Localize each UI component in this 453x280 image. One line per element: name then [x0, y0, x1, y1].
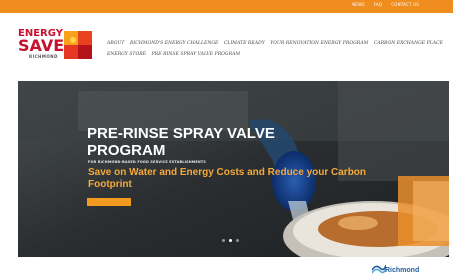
nav-item-carbon-exchange[interactable]: CARBON EXCHANGE PLACE [374, 41, 443, 46]
nav-item-spray-valve[interactable]: PRE-RINSE SPRAY VALVE PROGRAM [152, 52, 241, 57]
site-logo[interactable]: ENERGY SAVE RICHMOND [18, 29, 98, 63]
logo-word-save: SAVE [18, 36, 65, 55]
slide-dot[interactable] [222, 239, 225, 242]
main-nav: ABOUT RICHMOND'S ENERGY CHALLENGE CLIMAT… [107, 38, 447, 60]
logo-mark-icon [64, 31, 92, 59]
top-link-faq[interactable]: FAQ [374, 2, 382, 7]
top-link-contact[interactable]: CONTACT US [391, 2, 419, 7]
slide-indicators [222, 239, 239, 242]
slide-dot-active[interactable] [229, 239, 232, 242]
nav-item-energy-store[interactable]: ENERGY STORE [107, 52, 146, 57]
top-links: NEWS FAQ CONTACT US [352, 2, 419, 7]
hero-title: PRE-RINSE SPRAY VALVE PROGRAM [87, 125, 275, 159]
richmond-logo[interactable]: Richmond [372, 260, 432, 278]
hero-banner[interactable]: PRE-RINSE SPRAY VALVE PROGRAM FOR RICHMO… [18, 81, 449, 257]
nav-item-renovation[interactable]: YOUR RENOVATION ENERGY PROGRAM [270, 41, 368, 46]
nav-item-climate-ready[interactable]: CLIMATE READY [224, 41, 265, 46]
hero-tagline: Save on Water and Energy Costs and Reduc… [88, 167, 367, 190]
richmond-wave-icon [372, 264, 386, 274]
hero-subtitle: FOR RICHMOND-BASED FOOD SERVICE ESTABLIS… [88, 160, 207, 164]
top-bar: NEWS FAQ CONTACT US [0, 0, 453, 13]
slide-dot[interactable] [236, 239, 239, 242]
richmond-logo-text: Richmond [385, 267, 420, 274]
logo-word-richmond: RICHMOND [29, 54, 58, 59]
top-link-news[interactable]: NEWS [352, 2, 365, 7]
nav-item-about[interactable]: ABOUT [107, 41, 124, 46]
nav-item-energy-challenge[interactable]: RICHMOND'S ENERGY CHALLENGE [130, 41, 218, 46]
hero-learn-more-button[interactable] [87, 198, 131, 206]
